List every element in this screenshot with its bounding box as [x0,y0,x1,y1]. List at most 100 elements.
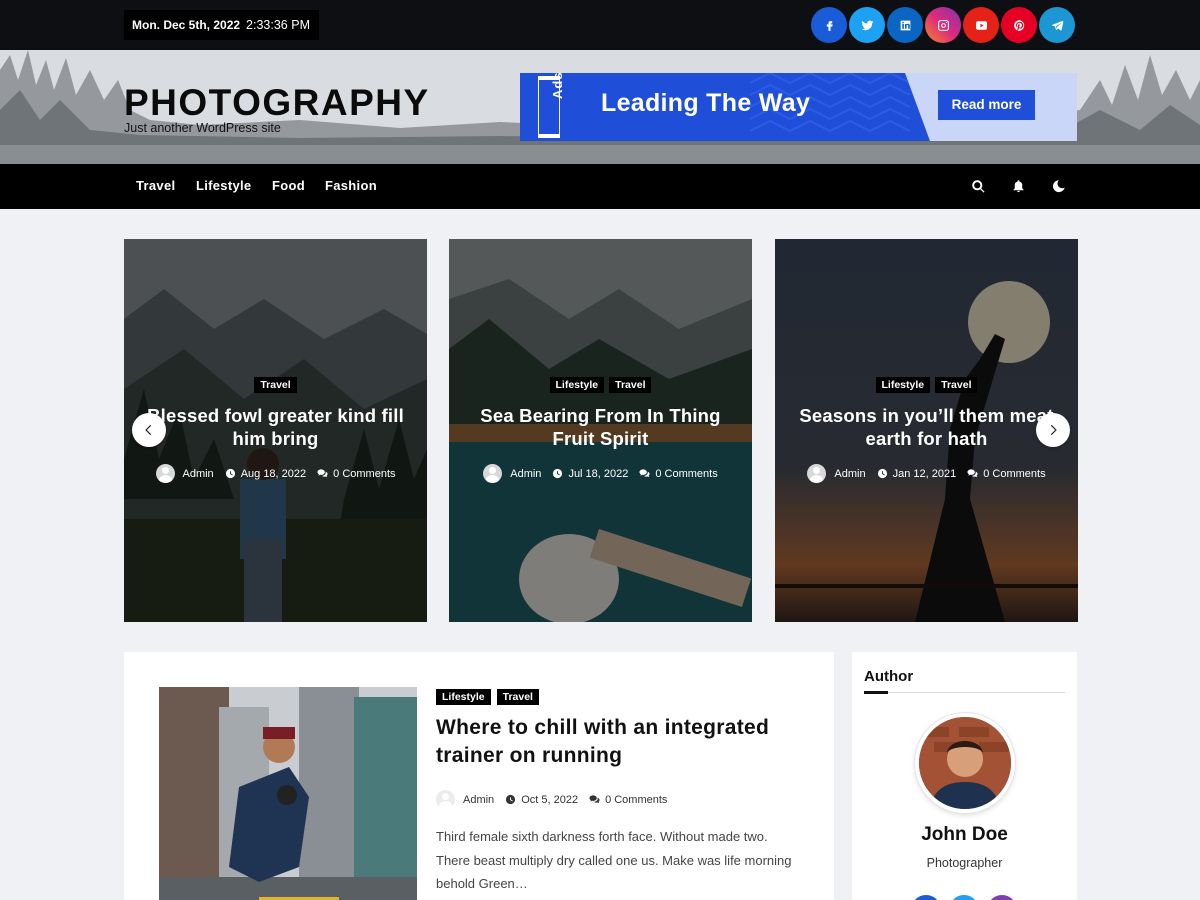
slider-card[interactable]: Travel Blessed fowl greater kind fill hi… [124,239,427,622]
widget-heading: Author [864,668,914,685]
author-avatar [807,464,827,483]
post-card: Lifestyle Travel Where to chill with an … [124,652,834,900]
search-button[interactable] [971,179,986,194]
pinterest-icon [1013,19,1024,31]
slider-title[interactable]: Seasons in you’ll them meat earth for ha… [785,404,1068,450]
twitter-link[interactable] [849,7,885,43]
comments-count[interactable]: 0 Comments [333,468,395,480]
pinterest-link[interactable] [1001,7,1037,43]
category-badge-lifestyle[interactable]: Lifestyle [875,377,931,393]
author-facebook-link[interactable] [911,895,941,900]
youtube-icon [975,20,987,30]
widget-divider [864,692,1065,693]
current-date: Mon. Dec 5th, 2022 [132,18,241,32]
slider-prev-button[interactable] [132,413,166,447]
author-twitter-link[interactable] [949,895,979,900]
linkedin-icon [900,20,910,30]
instagram-icon [937,19,949,31]
author-name[interactable]: Admin [183,468,214,480]
ad-read-more-button[interactable]: Read more [938,90,1035,120]
slider-meta: Admin Aug 18, 2022 0 Comments [124,464,427,483]
slider-card[interactable]: Lifestyle Travel Seasons in you’ll them … [775,239,1078,622]
ad-headline: Leading The Way [601,89,811,117]
clock-icon [225,468,236,479]
comments-icon [639,468,650,479]
ad-banner[interactable]: Ads Leading The Way Read more [520,73,1077,141]
facebook-link[interactable] [811,7,847,43]
author-instagram-link[interactable] [987,895,1017,900]
clock-icon [505,794,516,805]
nav-item-travel[interactable]: Travel [136,164,175,209]
post-meta: Admin Oct 5, 2022 0 Comments [436,790,667,809]
author-avatar [483,464,503,483]
slider-card[interactable]: Lifestyle Travel Sea Bearing From In Thi… [449,239,752,622]
twitter-icon [861,20,873,30]
site-header: PHOTOGRAPHY Just another WordPress site … [0,50,1200,164]
comments-icon [589,794,600,805]
post-date[interactable]: Oct 5, 2022 [521,794,578,806]
widget-divider-accent [864,691,888,694]
category-badge-lifestyle[interactable]: Lifestyle [549,377,605,393]
comments-count[interactable]: 0 Comments [655,468,717,480]
author-name[interactable]: Admin [510,468,541,480]
chevron-right-icon [1050,424,1057,436]
post-categories: Lifestyle Travel [436,689,539,705]
facebook-icon [826,20,833,31]
author-name[interactable]: Admin [834,468,865,480]
post-title[interactable]: Where to chill with an integrated traine… [436,714,816,770]
author-portrait [919,717,1011,809]
notification-button[interactable] [1011,179,1026,194]
ad-tag-label: Ads [550,73,565,99]
author-avatar [436,790,455,809]
slider-categories: Lifestyle Travel [449,377,752,393]
author-widget-name[interactable]: John Doe [852,824,1077,846]
moon-icon [1053,180,1065,193]
author-photo[interactable] [915,713,1015,813]
post-date[interactable]: Aug 18, 2022 [241,468,306,480]
nav-item-food[interactable]: Food [272,164,305,209]
comments-icon [317,468,328,479]
category-badge-lifestyle[interactable]: Lifestyle [436,689,491,705]
slider-categories: Travel [124,377,427,393]
slider-categories: Lifestyle Travel [775,377,1078,393]
nav-item-fashion[interactable]: Fashion [325,164,377,209]
dark-mode-toggle[interactable] [1051,179,1066,194]
slider-meta: Admin Jul 18, 2022 0 Comments [449,464,752,483]
clock-icon [877,468,888,479]
comments-count[interactable]: 0 Comments [605,794,667,806]
site-title[interactable]: PHOTOGRAPHY [124,81,430,125]
date-time: Mon. Dec 5th, 2022 2:33:36 PM [124,10,319,40]
post-date[interactable]: Jan 12, 2021 [893,468,957,480]
author-name[interactable]: Admin [463,794,494,806]
post-excerpt: Third female sixth darkness forth face. … [436,829,792,891]
site-tagline: Just another WordPress site [124,121,281,135]
slider-title[interactable]: Blessed fowl greater kind fill him bring [134,404,417,450]
post-thumbnail[interactable] [159,687,417,900]
nav-item-lifestyle[interactable]: Lifestyle [196,164,251,209]
author-avatar [155,464,175,483]
slider-title[interactable]: Sea Bearing From In Thing Fruit Spirit [459,404,742,450]
telegram-icon [1051,20,1063,31]
comments-count[interactable]: 0 Comments [983,468,1045,480]
category-badge-travel[interactable]: Travel [496,689,539,705]
youtube-link[interactable] [963,7,999,43]
category-badge-travel[interactable]: Travel [609,377,652,393]
clock-icon [552,468,563,479]
social-links [811,7,1075,43]
top-bar: Mon. Dec 5th, 2022 2:33:36 PM [0,0,1200,50]
linkedin-link[interactable] [887,7,923,43]
main-nav: Travel Lifestyle Food Fashion [0,164,1200,209]
category-badge-travel[interactable]: Travel [254,377,297,393]
telegram-link[interactable] [1039,7,1075,43]
instagram-link[interactable] [925,7,961,43]
category-badge-travel[interactable]: Travel [935,377,978,393]
slider-meta: Admin Jan 12, 2021 0 Comments [775,464,1078,483]
slider-next-button[interactable] [1036,413,1070,447]
author-widget-role: Photographer [926,856,1003,870]
chevron-left-icon [145,424,152,436]
current-time: 2:33:36 PM [246,18,310,32]
author-widget: Author John Doe Photographer [852,652,1077,900]
post-date[interactable]: Jul 18, 2022 [568,468,628,480]
comments-icon [967,468,978,479]
bell-icon [1013,180,1024,193]
